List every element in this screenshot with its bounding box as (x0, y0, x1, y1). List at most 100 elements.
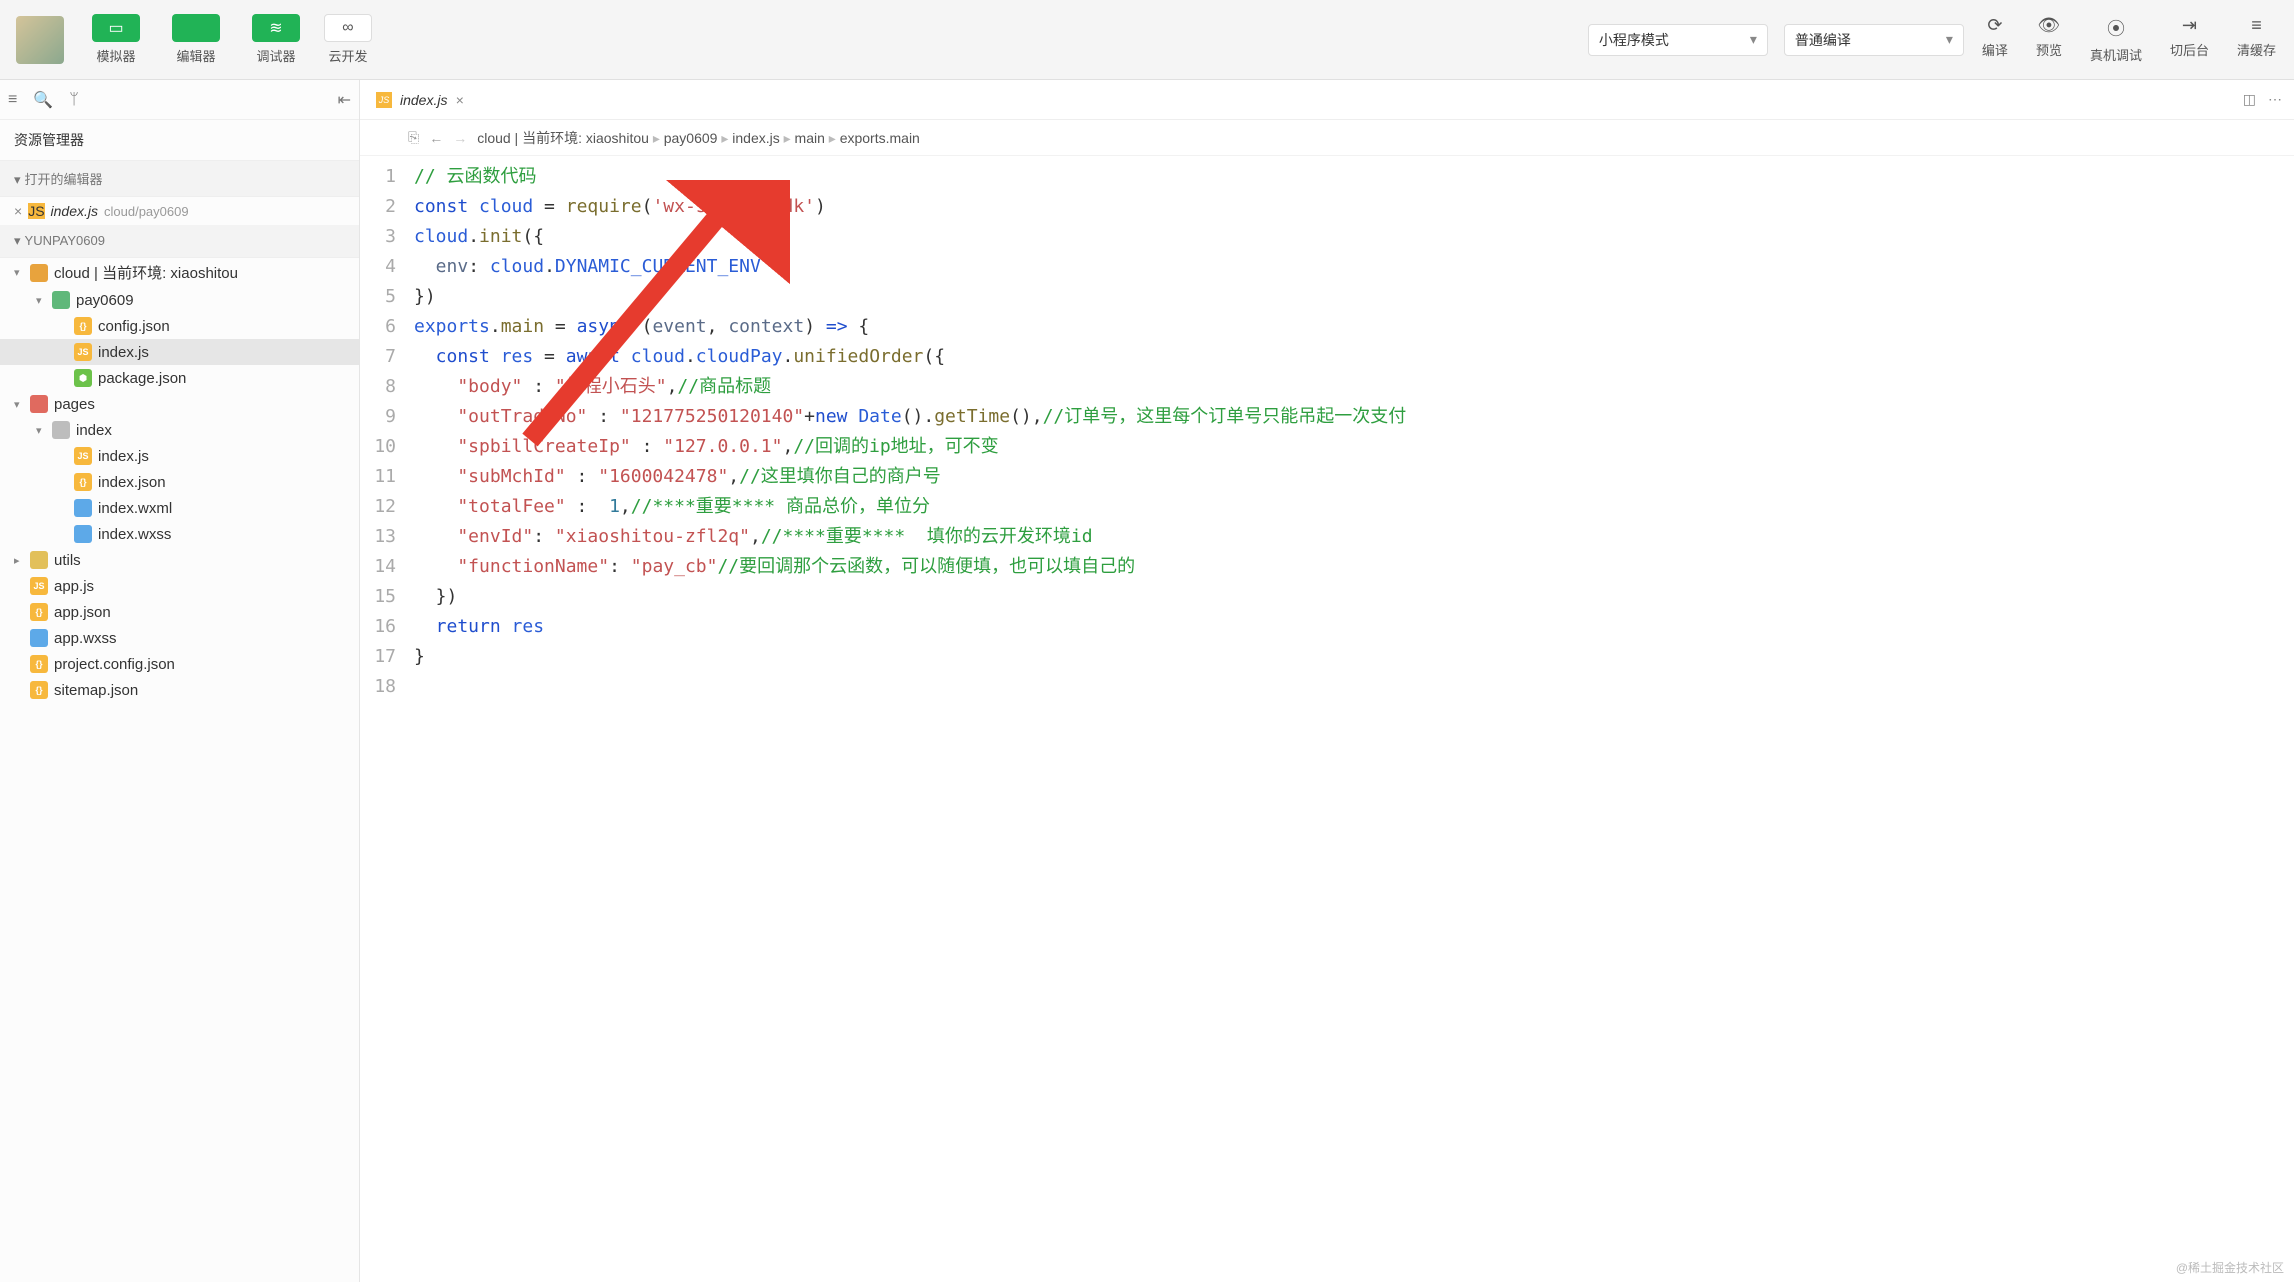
toolbar-btn-icon (172, 14, 220, 42)
compile-select[interactable]: 普通编译 (1784, 24, 1964, 56)
close-icon[interactable]: × (455, 92, 463, 108)
file-icon: {} (30, 681, 48, 699)
action-icon: ≡ (2251, 15, 2262, 36)
tree-item-sitemap-json[interactable]: {} sitemap.json (0, 677, 359, 703)
open-editors-section[interactable]: ▾打开的编辑器 (0, 161, 359, 197)
mode-select-value: 小程序模式 (1599, 30, 1669, 50)
tree-item-package-json[interactable]: ⬢package.json (0, 365, 359, 391)
tree-label: project.config.json (54, 656, 175, 673)
breadcrumb-item[interactable]: index.js (728, 130, 783, 146)
git-icon[interactable]: ᛘ (69, 91, 79, 109)
chevron-icon: ▸ (14, 554, 24, 567)
close-icon[interactable]: × (14, 203, 22, 219)
editor-tabs: JS index.js × ◫ ⋯ (360, 80, 2294, 120)
code-content[interactable]: // 云函数代码const cloud = require('wx-server… (408, 156, 2294, 1282)
split-editor-icon[interactable]: ◫ (2243, 91, 2256, 108)
toolbar-button-调试器[interactable]: ≋调试器 (240, 10, 312, 69)
editor: JS index.js × ◫ ⋯ ⎘ ← → cloud | 当前环境: xi… (360, 80, 2294, 1282)
nav-forward-icon[interactable]: → (453, 130, 467, 146)
breadcrumb-item[interactable]: main (791, 130, 829, 146)
tree-label: index.js (98, 344, 149, 361)
menu-icon[interactable]: ≡ (8, 91, 17, 109)
watermark: @稀土掘金技术社区 (2176, 1259, 2284, 1276)
tree-label: index.js (98, 448, 149, 465)
tree-item-project-config-json[interactable]: {} project.config.json (0, 651, 359, 677)
tree-label: package.json (98, 370, 186, 387)
toolbar-btn-icon: ≋ (252, 14, 300, 42)
cloud-dev-button[interactable]: ∞ 云开发 (312, 10, 384, 69)
tree-label: pages (54, 396, 95, 413)
action-label: 切后台 (2170, 40, 2209, 59)
tree-item-pay0609[interactable]: ▾pay0609 (0, 287, 359, 313)
tab-index-js[interactable]: JS index.js × (364, 80, 476, 119)
toolbar-btn-icon: ▭ (92, 14, 140, 42)
tree-item-app-json[interactable]: {}app.json (0, 599, 359, 625)
toolbar-action-真机调试[interactable]: ⦿ 真机调试 (2080, 11, 2152, 68)
code-area[interactable]: 123456789101112131415161718 // 云函数代码cons… (360, 156, 2294, 1282)
js-file-icon: JS (376, 92, 392, 108)
avatar[interactable] (16, 16, 64, 64)
breadcrumb-item[interactable]: exports.main (836, 130, 920, 146)
tree-item-pages[interactable]: ▾ pages (0, 391, 359, 417)
tree-label: index.wxml (98, 500, 172, 517)
nav-back-icon[interactable]: ← (429, 130, 443, 146)
file-icon (74, 525, 92, 543)
action-icon: ⦿ (2107, 15, 2125, 41)
file-icon (30, 395, 48, 413)
toolbar-action-预览[interactable]: 👁预览 (2026, 11, 2072, 68)
toolbar-button-编辑器[interactable]: 编辑器 (160, 10, 232, 69)
explorer-title: 资源管理器 (0, 120, 359, 161)
tree-item-index[interactable]: ▾index (0, 417, 359, 443)
tree-item-utils[interactable]: ▸utils (0, 547, 359, 573)
toolbar-action-切后台[interactable]: ⇥ 切后台 (2160, 11, 2219, 68)
open-editor-item[interactable]: × JS index.js cloud/pay0609 (0, 197, 359, 225)
cloud-icon: ∞ (324, 14, 372, 42)
breadcrumb-item[interactable]: pay0609 (660, 130, 722, 146)
toolbar-button-模拟器[interactable]: ▭模拟器 (80, 10, 152, 69)
tree-item-cloud-xiaoshitou[interactable]: ▾cloud | 当前环境: xiaoshitou (0, 258, 359, 287)
file-icon: JS (74, 447, 92, 465)
mode-select[interactable]: 小程序模式 (1588, 24, 1768, 56)
line-gutter: 123456789101112131415161718 (360, 156, 408, 1282)
chevron-icon: ▾ (14, 266, 24, 279)
toolbar-action-清缓存[interactable]: ≡清缓存 (2227, 11, 2286, 68)
chevron-icon: ▾ (36, 424, 46, 437)
action-label: 真机调试 (2090, 45, 2142, 64)
collapse-icon[interactable]: ⇤ (338, 90, 351, 110)
action-label: 编译 (1982, 40, 2008, 59)
tree-item-index-wxss[interactable]: index.wxss (0, 521, 359, 547)
tree-label: index.json (98, 474, 166, 491)
tree-label: index.wxss (98, 526, 171, 543)
tree-item-app-js[interactable]: JSapp.js (0, 573, 359, 599)
project-section[interactable]: ▾YUNPAY0609 (0, 225, 359, 258)
compile-select-value: 普通编译 (1795, 30, 1851, 50)
toolbar-action-编译[interactable]: ⟳编译 (1972, 11, 2018, 68)
action-icon: ⇥ (2182, 15, 2197, 36)
tree-item-index-js[interactable]: JS index.js (0, 443, 359, 469)
chevron-down-icon (1750, 31, 1757, 48)
tree-label: sitemap.json (54, 682, 138, 699)
tree-item-config-json[interactable]: {}config.json (0, 313, 359, 339)
file-icon: {} (74, 473, 92, 491)
action-label: 预览 (2036, 40, 2062, 59)
tab-label: index.js (400, 92, 447, 108)
tree-item-app-wxss[interactable]: app.wxss (0, 625, 359, 651)
tree-label: pay0609 (76, 292, 134, 309)
file-icon (52, 421, 70, 439)
tree-item-index-json[interactable]: {} index.json (0, 469, 359, 495)
breadcrumb: ⎘ ← → cloud | 当前环境: xiaoshitou ▸ pay0609… (360, 120, 2294, 156)
open-editor-path: cloud/pay0609 (104, 204, 189, 219)
chevron-icon: ▾ (14, 398, 24, 411)
file-icon: JS (74, 343, 92, 361)
tree-item-index-js[interactable]: JS index.js (0, 339, 359, 365)
breadcrumb-item[interactable]: cloud | 当前环境: xiaoshitou (477, 130, 653, 146)
more-icon[interactable]: ⋯ (2268, 91, 2282, 108)
tree-label: app.wxss (54, 630, 117, 647)
sidebar-actions: ≡ 🔍 ᛘ ⇤ (0, 80, 359, 120)
tree-item-index-wxml[interactable]: index.wxml (0, 495, 359, 521)
file-icon: {} (30, 655, 48, 673)
bookmark-icon[interactable]: ⎘ (408, 129, 419, 146)
tree-label: config.json (98, 318, 170, 335)
search-icon[interactable]: 🔍 (33, 90, 53, 110)
toolbar-btn-label: 编辑器 (176, 46, 215, 65)
